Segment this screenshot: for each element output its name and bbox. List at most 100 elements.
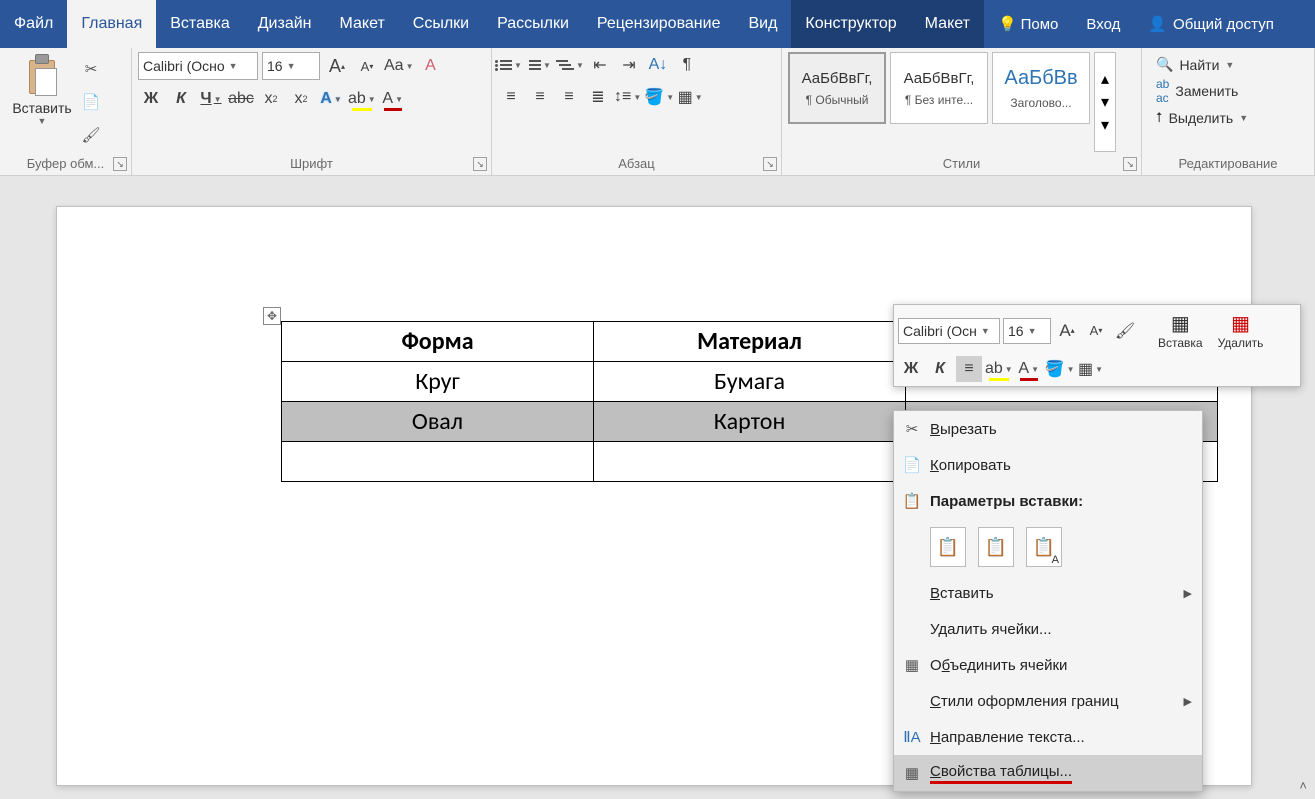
mini-italic[interactable]: К — [927, 356, 953, 382]
context-menu: ✂Вырезать 📄Копировать 📋Параметры вставки… — [893, 410, 1203, 792]
mini-align[interactable]: ≡ — [956, 356, 982, 382]
find-button[interactable]: 🔍Найти▼ — [1156, 56, 1248, 73]
table-cell[interactable]: Материал — [594, 322, 906, 362]
table-cell[interactable]: Овал — [282, 402, 594, 442]
table-cell[interactable] — [594, 442, 906, 482]
italic-button[interactable]: К — [168, 86, 194, 112]
paste-dropdown[interactable]: ▼ — [38, 116, 47, 126]
font-size-combo[interactable]: 16▼ — [262, 52, 320, 80]
table-move-handle[interactable]: ✥ — [263, 307, 281, 325]
align-left-button[interactable]: ≡ — [498, 84, 524, 110]
table-cell[interactable] — [282, 442, 594, 482]
change-case-button[interactable]: Aa▼ — [384, 53, 414, 79]
table-cell[interactable]: Форма — [282, 322, 594, 362]
mini-format-painter[interactable]: 🖌 — [1112, 318, 1138, 344]
ctx-table-properties[interactable]: ▦Свойства таблицы... — [894, 755, 1202, 791]
ctx-border-styles[interactable]: Стили оформления границ▶ — [894, 683, 1202, 719]
text-direction-icon: ⅡA — [902, 728, 922, 746]
tab-table-design[interactable]: Конструктор — [791, 0, 910, 48]
underline-button[interactable]: Ч▼ — [198, 86, 224, 112]
clipboard-launcher[interactable]: ↘ — [113, 157, 127, 171]
tab-insert[interactable]: Вставка — [156, 0, 243, 48]
mini-highlight[interactable]: ab▼ — [985, 356, 1013, 382]
show-marks-button[interactable]: ¶ — [674, 52, 700, 78]
paste-merge[interactable]: 📋 — [978, 527, 1014, 567]
paragraph-launcher[interactable]: ↘ — [763, 157, 777, 171]
tab-table-layout[interactable]: Макет — [911, 0, 984, 48]
group-label-font: Шрифт↘ — [132, 154, 491, 175]
ctx-text-direction[interactable]: ⅡAНаправление текста... — [894, 719, 1202, 755]
table-cell[interactable]: Картон — [594, 402, 906, 442]
format-painter-icon[interactable]: 🖌 — [80, 124, 102, 146]
shrink-font-button[interactable]: A▾ — [354, 53, 380, 79]
share-button[interactable]: 👤Общий доступ — [1134, 0, 1287, 48]
increase-indent-button[interactable]: ⇥ — [616, 52, 642, 78]
paste-icon[interactable] — [25, 54, 59, 96]
align-right-button[interactable]: ≡ — [556, 84, 582, 110]
mini-shading[interactable]: 🪣▼ — [1045, 356, 1075, 382]
cut-icon[interactable]: ✂ — [80, 58, 102, 80]
mini-size-combo[interactable]: 16▼ — [1003, 318, 1051, 344]
font-color-button[interactable]: A▼ — [380, 86, 406, 112]
tab-design[interactable]: Дизайн — [244, 0, 326, 48]
ctx-copy[interactable]: 📄Копировать — [894, 447, 1202, 483]
text-effects-button[interactable]: A▼ — [318, 86, 344, 112]
style-normal[interactable]: АаБбВвГг, ¶ Обычный — [788, 52, 886, 124]
select-button[interactable]: ⭡Выделить▼ — [1156, 109, 1248, 126]
line-spacing-button[interactable]: ↕≡▼ — [614, 84, 641, 110]
decrease-indent-button[interactable]: ⇤ — [587, 52, 613, 78]
mini-bold[interactable]: Ж — [898, 356, 924, 382]
font-launcher[interactable]: ↘ — [473, 157, 487, 171]
sign-in[interactable]: Вход — [1072, 0, 1134, 48]
styles-launcher[interactable]: ↘ — [1123, 157, 1137, 171]
table-cell[interactable]: Круг — [282, 362, 594, 402]
tab-references[interactable]: Ссылки — [399, 0, 483, 48]
subscript-button[interactable]: x2 — [258, 86, 284, 112]
styles-more-button[interactable]: ▴▾▾ — [1094, 52, 1116, 152]
bullets-button[interactable]: ▼ — [498, 52, 524, 78]
tab-view[interactable]: Вид — [734, 0, 791, 48]
mini-shrink-font[interactable]: A▾ — [1083, 318, 1109, 344]
mini-insert-button[interactable]: ▦Вставка — [1152, 309, 1209, 352]
person-icon: 👤 — [1148, 15, 1167, 33]
clear-formatting-button[interactable]: A — [418, 53, 444, 79]
mini-borders[interactable]: ▦▼ — [1078, 356, 1104, 382]
table-insert-icon: ▦ — [1171, 311, 1190, 336]
align-center-button[interactable]: ≡ — [527, 84, 553, 110]
paste-label[interactable]: Вставить — [12, 100, 71, 116]
group-label-styles: Стили↘ — [782, 154, 1141, 175]
style-heading1[interactable]: АаБбВв Заголово... — [992, 52, 1090, 124]
shading-button[interactable]: 🪣▼ — [644, 84, 674, 110]
paste-keep-source[interactable]: 📋 — [930, 527, 966, 567]
superscript-button[interactable]: x2 — [288, 86, 314, 112]
grow-font-button[interactable]: A▴ — [324, 53, 350, 79]
numbering-button[interactable]: ▼ — [527, 52, 553, 78]
mini-delete-button[interactable]: ▦Удалить — [1212, 309, 1270, 352]
style-no-spacing[interactable]: АаБбВвГг, ¶ Без инте... — [890, 52, 988, 124]
mini-grow-font[interactable]: A▴ — [1054, 318, 1080, 344]
tab-layout[interactable]: Макет — [326, 0, 399, 48]
justify-button[interactable]: ≣ — [585, 84, 611, 110]
tab-file[interactable]: Файл — [0, 0, 67, 48]
tab-mailings[interactable]: Рассылки — [483, 0, 583, 48]
table-cell[interactable]: Бумага — [594, 362, 906, 402]
mini-font-combo[interactable]: Calibri (Осн▼ — [898, 318, 1000, 344]
mini-font-color[interactable]: A▼ — [1016, 356, 1042, 382]
sort-button[interactable]: A↓ — [645, 52, 671, 78]
multilevel-button[interactable]: ▼ — [556, 52, 584, 78]
ctx-insert[interactable]: Вставить▶ — [894, 575, 1202, 611]
highlight-button[interactable]: ab▼ — [348, 86, 376, 112]
tell-me[interactable]: 💡Помо — [984, 0, 1072, 48]
font-name-combo[interactable]: Calibri (Осно▼ — [138, 52, 258, 80]
copy-icon[interactable]: 📄 — [80, 91, 102, 113]
borders-button[interactable]: ▦▼ — [677, 84, 703, 110]
ctx-merge-cells[interactable]: ▦Объединить ячейки — [894, 647, 1202, 683]
ctx-delete-cells[interactable]: Удалить ячейки... — [894, 611, 1202, 647]
bold-button[interactable]: Ж — [138, 86, 164, 112]
strikethrough-button[interactable]: abc — [228, 86, 254, 112]
ctx-cut[interactable]: ✂Вырезать — [894, 411, 1202, 447]
paste-text-only[interactable]: 📋A — [1026, 527, 1062, 567]
replace-button[interactable]: abacЗаменить — [1156, 77, 1248, 105]
tab-home[interactable]: Главная — [67, 0, 156, 48]
tab-review[interactable]: Рецензирование — [583, 0, 735, 48]
